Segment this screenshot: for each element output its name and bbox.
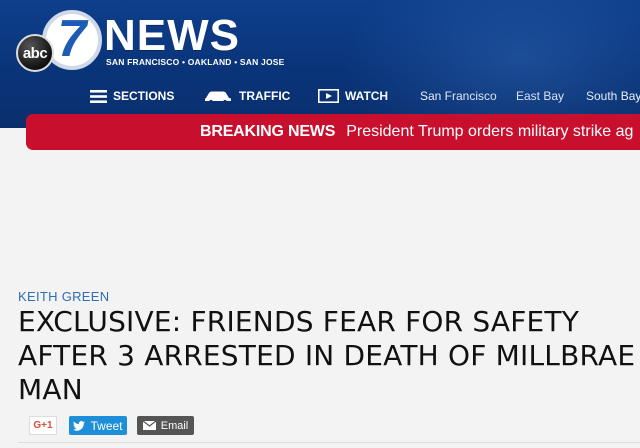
site-header: 7 abc NEWS SAN FRANCISCO • OAKLAND • SAN… [0,0,640,128]
twitter-bird-icon [73,420,86,431]
nav-link-east-bay[interactable]: East Bay [516,85,564,107]
tweet-label: Tweet [90,418,123,433]
news-wordmark: NEWS [104,11,240,60]
abc7-news-logo[interactable]: 7 abc NEWS SAN FRANCISCO • OAKLAND • SAN… [16,8,316,74]
nav-watch-label: WATCH [345,89,389,103]
hamburger-menu-icon [90,89,107,103]
main-nav: SECTIONS TRAFFIC WATCH San Francisco Eas… [0,85,640,107]
nav-sections-label: SECTIONS [113,89,175,103]
nav-traffic[interactable]: TRAFFIC [203,85,290,107]
email-button[interactable]: Email [137,416,194,435]
tweet-button[interactable]: Tweet [69,416,127,435]
nav-link-san-francisco[interactable]: San Francisco [420,85,497,107]
envelope-icon [142,421,156,430]
seven-digit: 7 [57,10,87,68]
divider [18,442,640,443]
article-headline: EXCLUSIVE: FRIENDS FEAR FOR SAFETY AFTER… [18,305,636,406]
google-plus-button[interactable]: G+1 [29,416,57,435]
google-plus-label: G+1 [33,420,53,431]
abc-logo: abc [16,34,54,72]
email-label: Email [160,419,189,432]
nav-watch[interactable]: WATCH [318,85,388,107]
nav-traffic-label: TRAFFIC [239,89,291,103]
station-tagline: SAN FRANCISCO • OAKLAND • SAN JOSE [106,57,285,67]
play-video-icon [318,89,339,103]
nav-sections[interactable]: SECTIONS [90,85,174,107]
author-byline[interactable]: KEITH GREEN [18,289,109,304]
breaking-news-headline[interactable]: President Trump orders military strike a… [346,123,633,141]
breaking-news-banner[interactable]: BREAKING NEWS President Trump orders mil… [26,114,640,150]
breaking-news-label: BREAKING NEWS [200,123,336,140]
nav-link-south-bay[interactable]: South Bay [586,85,640,107]
car-icon [203,90,233,103]
